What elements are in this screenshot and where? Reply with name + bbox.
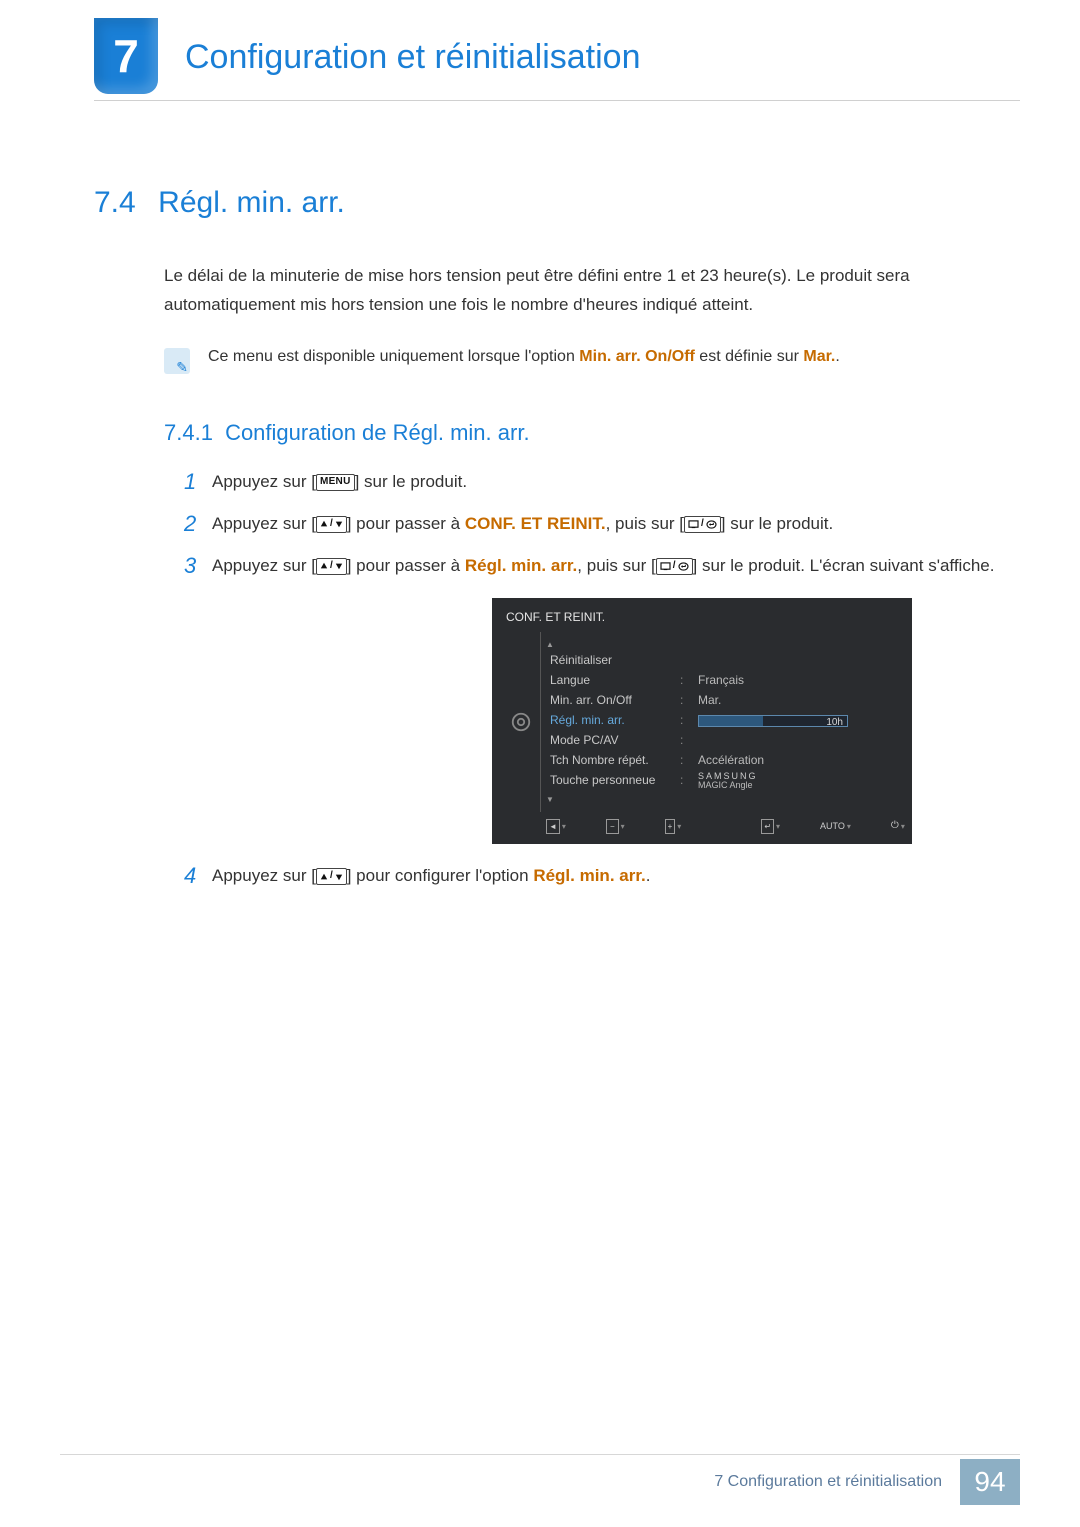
enter-icon: ↵▾ <box>761 819 780 834</box>
section-title: Régl. min. arr. <box>158 186 345 219</box>
up-down-icon: / <box>316 516 347 533</box>
step-number: 1 <box>184 464 196 500</box>
minus-icon: −▾ <box>606 819 625 834</box>
scroll-down-icon: ▼ <box>546 793 898 806</box>
power-icon: ⏻▾ <box>891 818 905 835</box>
footer: 7 Configuration et réinitialisation 94 <box>696 1459 1020 1505</box>
note-text: Ce menu est disponible uniquement lorsqu… <box>208 348 840 366</box>
up-down-icon: / <box>316 558 347 575</box>
osd-row-min-arr-onoff: Min. arr. On/Off:Mar. <box>550 691 898 711</box>
scroll-up-icon: ▲ <box>546 638 898 651</box>
section-number: 7.4 <box>94 186 136 219</box>
section-heading: 7.4 Régl. min. arr. <box>94 186 1020 220</box>
osd-row-langue: Langue:Français <box>550 671 898 691</box>
osd-row-regl-min-arr: Régl. min. arr.: 10h <box>550 711 898 731</box>
osd-row-custom-key: Touche personneue: SAMSUNGMAGIC Angle <box>550 771 898 791</box>
gear-icon <box>506 638 536 806</box>
step-number: 3 <box>184 548 196 584</box>
chapter-title: Configuration et réinitialisation <box>185 38 640 77</box>
subsection-number: 7.4.1 <box>164 420 213 445</box>
step-2: 2 Appuyez sur [ / ] pour passer à CONF. … <box>184 510 1020 538</box>
osd-button-bar: ◄▾ −▾ +▾ ↵▾ AUTO▾ ⏻▾ <box>506 816 898 836</box>
osd-row-reset: Réinitialiser <box>550 651 898 671</box>
note-row: Ce menu est disponible uniquement lorsqu… <box>94 348 1020 374</box>
subsection-title: Configuration de Régl. min. arr. <box>225 420 530 445</box>
source-enter-icon: / <box>684 516 721 533</box>
note-icon <box>164 348 190 374</box>
osd-screenshot: CONF. ET REINIT. ▲ Réinitialiser Langue:… <box>492 598 912 844</box>
auto-label: AUTO▾ <box>820 819 851 834</box>
step-list: 1 Appuyez sur [MENU] sur le produit. 2 A… <box>94 468 1020 890</box>
back-icon: ◄▾ <box>546 819 566 834</box>
step-3: 3 Appuyez sur [ / ] pour passer à Régl. … <box>184 552 1020 844</box>
subsection-heading: 7.4.1 Configuration de Régl. min. arr. <box>94 420 1020 446</box>
step-1: 1 Appuyez sur [MENU] sur le produit. <box>184 468 1020 496</box>
step-number: 4 <box>184 858 196 894</box>
slider-icon: 10h <box>698 715 848 727</box>
plus-icon: +▾ <box>665 819 682 834</box>
step-4: 4 Appuyez sur [ / ] pour configurer l'op… <box>184 862 1020 890</box>
source-enter-icon: / <box>656 558 693 575</box>
menu-button-icon: MENU <box>316 474 355 491</box>
chapter-badge: 7 <box>94 18 158 94</box>
divider <box>94 100 1020 101</box>
osd-row-pc-av: Mode PC/AV: <box>550 731 898 751</box>
intro-paragraph: Le délai de la minuterie de mise hors te… <box>94 262 1020 320</box>
up-down-icon: / <box>316 868 347 885</box>
osd-row-repeat: Tch Nombre répét.:Accélération <box>550 751 898 771</box>
footer-divider <box>60 1454 1020 1455</box>
osd-title: CONF. ET REINIT. <box>506 608 898 628</box>
footer-chapter-label: 7 Configuration et réinitialisation <box>696 1459 960 1505</box>
step-number: 2 <box>184 506 196 542</box>
page-number: 94 <box>960 1459 1020 1505</box>
